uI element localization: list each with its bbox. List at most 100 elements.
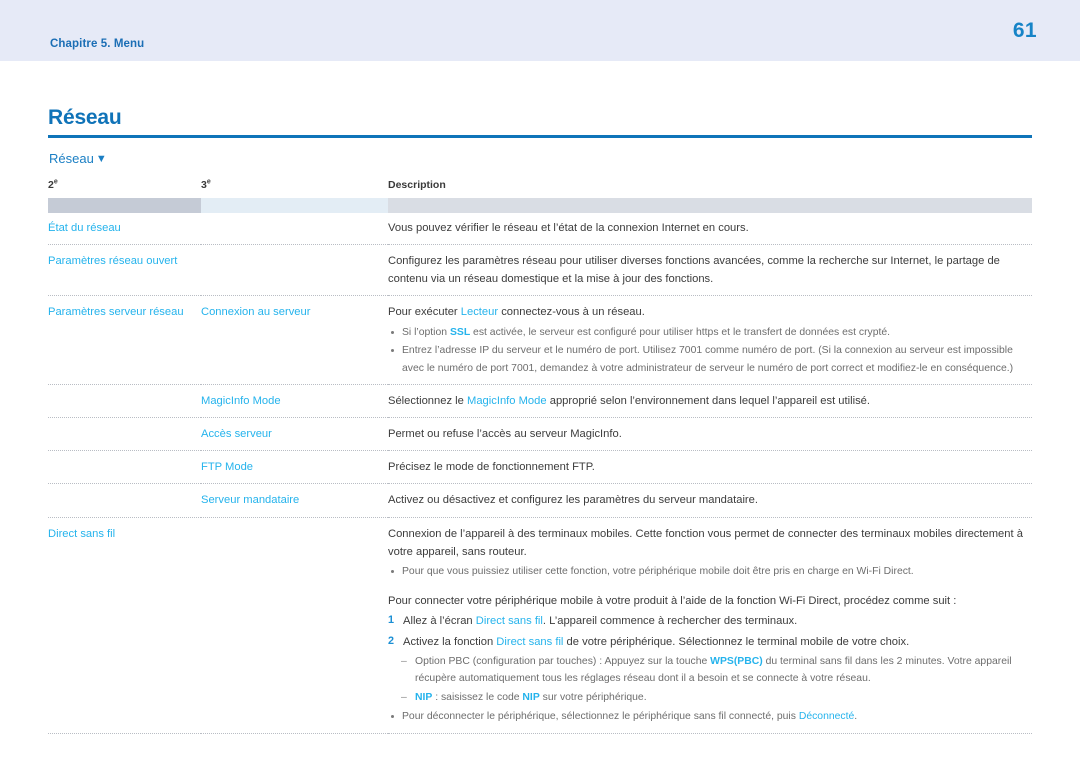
inline-text: Activez la fonction [403,635,497,648]
inline-text: Activez ou désactivez et configurez les … [388,494,758,507]
note-bullet-item: Si l’option SSL est activée, le serveur … [388,324,1032,341]
inline-text: Précisez le mode de fonctionnement FTP. [388,461,595,474]
header-rule-segment-3 [388,198,1032,213]
page-header: Chapitre 5. Menu 61 [0,0,1080,61]
menu-item-level3[interactable]: Connexion au serveur [201,306,310,318]
cell-level2 [48,419,201,451]
cell-level2: Direct sans fil [48,519,201,734]
description-paragraph: Activez ou désactivez et configurez les … [388,491,1032,509]
menu-item-level3[interactable]: Serveur mandataire [201,494,299,506]
inline-text: : saisissez le code [432,691,523,703]
cell-level3 [201,213,388,245]
description-paragraph: Configurez les paramètres réseau pour ut… [388,252,1032,288]
cell-description: Sélectionnez le MagicInfo Mode approprié… [388,386,1032,418]
column-header-level2-sup: e [53,178,58,186]
chapter-label: Chapitre 5. Menu [50,38,145,50]
inline-text: Pour exécuter [388,306,461,319]
inline-text: sur votre périphérique. [539,691,647,703]
inline-text: connectez-vous à un réseau. [498,306,645,319]
cell-level3: MagicInfo Mode [201,386,388,418]
cell-level2: Paramètres réseau ouvert [48,246,201,296]
cell-level2 [48,386,201,418]
inline-text: Pour connecter votre périphérique mobile… [388,595,957,608]
sub-note-dash-item: – Option PBC (configuration par touches) … [401,653,1032,688]
cell-level2: Paramètres serveur réseau [48,297,201,384]
inline-text: Sélectionnez le [388,394,467,407]
inline-text: . L’appareil commence à rechercher des t… [542,615,798,628]
inline-text: Permet ou refuse l’accès au serveur Magi… [388,428,622,441]
menu-item-level3[interactable]: FTP Mode [201,461,253,473]
table-row: Direct sans fil Connexion de l’appareil à… [48,519,1032,734]
column-header-level3-sup: e [206,178,211,186]
note-bullet-list: Si l’option SSL est activée, le serveur … [388,324,1032,377]
note-bullet-item: Pour que vous puissiez utiliser cette fo… [388,563,1032,580]
note-bullet-list: Pour déconnecter le périphérique, sélect… [388,708,1032,725]
cell-level2 [48,452,201,484]
procedure-step-item: 2 Activez la fonction Direct sans fil de … [388,633,1032,651]
menu-item-level3[interactable]: Accès serveur [201,428,272,440]
description-paragraph: Permet ou refuse l’accès au serveur Magi… [388,425,1032,443]
description-paragraph: Connexion de l’appareil à des terminaux … [388,525,1032,561]
table-row: Paramètres serveur réseau Connexion au se… [48,297,1032,384]
table-row: FTP Mode Précisez le mode de fonctionneme… [48,452,1032,484]
sub-note-dash-item: – NIP : saisissez le code NIP sur votre p… [401,689,1032,706]
page-number: 61 [1012,19,1037,42]
table-row: MagicInfo Mode Sélectionnez le MagicInfo … [48,386,1032,418]
inline-text: Allez à l’écran [403,615,476,628]
inline-highlight-bold: WPS(PBC) [710,655,763,667]
page-title: Réseau [48,106,122,129]
cell-level3: Accès serveur [201,419,388,451]
note-bullet-item: Entrez l’adresse IP du serveur et le num… [388,342,1032,377]
cell-level3: Serveur mandataire [201,485,388,517]
inline-text: approprié selon l’environnement dans leq… [546,394,870,407]
row-separator-segment [201,732,388,735]
inline-text: Entrez l’adresse IP du serveur et le num… [402,345,1014,374]
inline-text: . [854,711,858,723]
cell-description: Pour exécuter Lecteur connectez-vous à u… [388,297,1032,384]
inline-highlight: MagicInfo Mode [467,394,547,407]
description-paragraph: Vous pouvez vérifier le réseau et l’état… [388,219,1032,237]
table-row: Serveur mandataire Activez ou désactivez … [48,485,1032,517]
procedure-step-list: 1 Allez à l’écran Direct sans fil . L’appa… [388,612,1032,650]
cell-description: Précisez le mode de fonctionnement FTP. [388,452,1032,484]
table-row: Paramètres réseau ouvert Configurez les p… [48,246,1032,296]
table-row: Accès serveur Permet ou refuse l’accès au… [48,419,1032,451]
procedure-step-number: 1 [388,614,395,627]
inline-text: Connexion de l’appareil à des terminaux … [388,527,1023,558]
dash-marker-icon: – [401,655,407,667]
inline-text: Configurez les paramètres réseau pour ut… [388,255,1000,286]
menu-item-level2[interactable]: Paramètres serveur réseau [48,306,184,318]
inline-highlight: Direct sans fil [496,635,564,648]
table-header-rule [48,198,1032,213]
cell-level2: État du réseau [48,213,201,245]
table-head: 2e 3e Description [48,179,1032,213]
procedure-step-number: 2 [388,634,395,647]
menu-item-level3[interactable]: MagicInfo Mode [201,395,281,407]
procedure-intro-paragraph: Pour connecter votre périphérique mobile… [388,592,1032,610]
cell-description: Permet ou refuse l’accès au serveur Magi… [388,419,1032,451]
inline-highlight-bold: NIP [415,691,433,703]
row-separator-segment [48,732,201,735]
note-bullet-list: Pour que vous puissiez utiliser cette fo… [388,563,1032,580]
title-underline-rule [48,135,1032,138]
inline-highlight-bold: NIP [522,691,540,703]
cell-level3 [201,246,388,296]
column-header-level2: 2e [48,179,201,198]
chevron-down-icon[interactable]: ▼ [96,153,107,165]
inline-text: est activée, le serveur est configuré po… [470,326,891,338]
header-rule-segment-1 [48,198,201,213]
cell-level3 [201,519,388,734]
menu-item-level2[interactable]: État du réseau [48,222,121,234]
inline-highlight-bold: SSL [449,326,471,338]
description-paragraph: Pour exécuter Lecteur connectez-vous à u… [388,303,1032,321]
procedure-step-item: 1 Allez à l’écran Direct sans fil. L’appa… [388,612,1032,630]
cell-description: Activez ou désactivez et configurez les … [388,485,1032,517]
inline-text: Vous pouvez vérifier le réseau et l’état… [388,222,749,234]
menu-item-level2[interactable]: Paramètres réseau ouvert [48,255,177,267]
cell-description: Connexion de l’appareil à des terminaux … [388,519,1032,734]
table-caption[interactable]: Réseau ▼ [49,151,107,166]
menu-item-level2[interactable]: Direct sans fil [48,528,115,540]
dash-marker-icon: – [401,691,407,703]
column-header-description: Description [388,179,446,191]
table-caption-label: Réseau [49,151,94,166]
